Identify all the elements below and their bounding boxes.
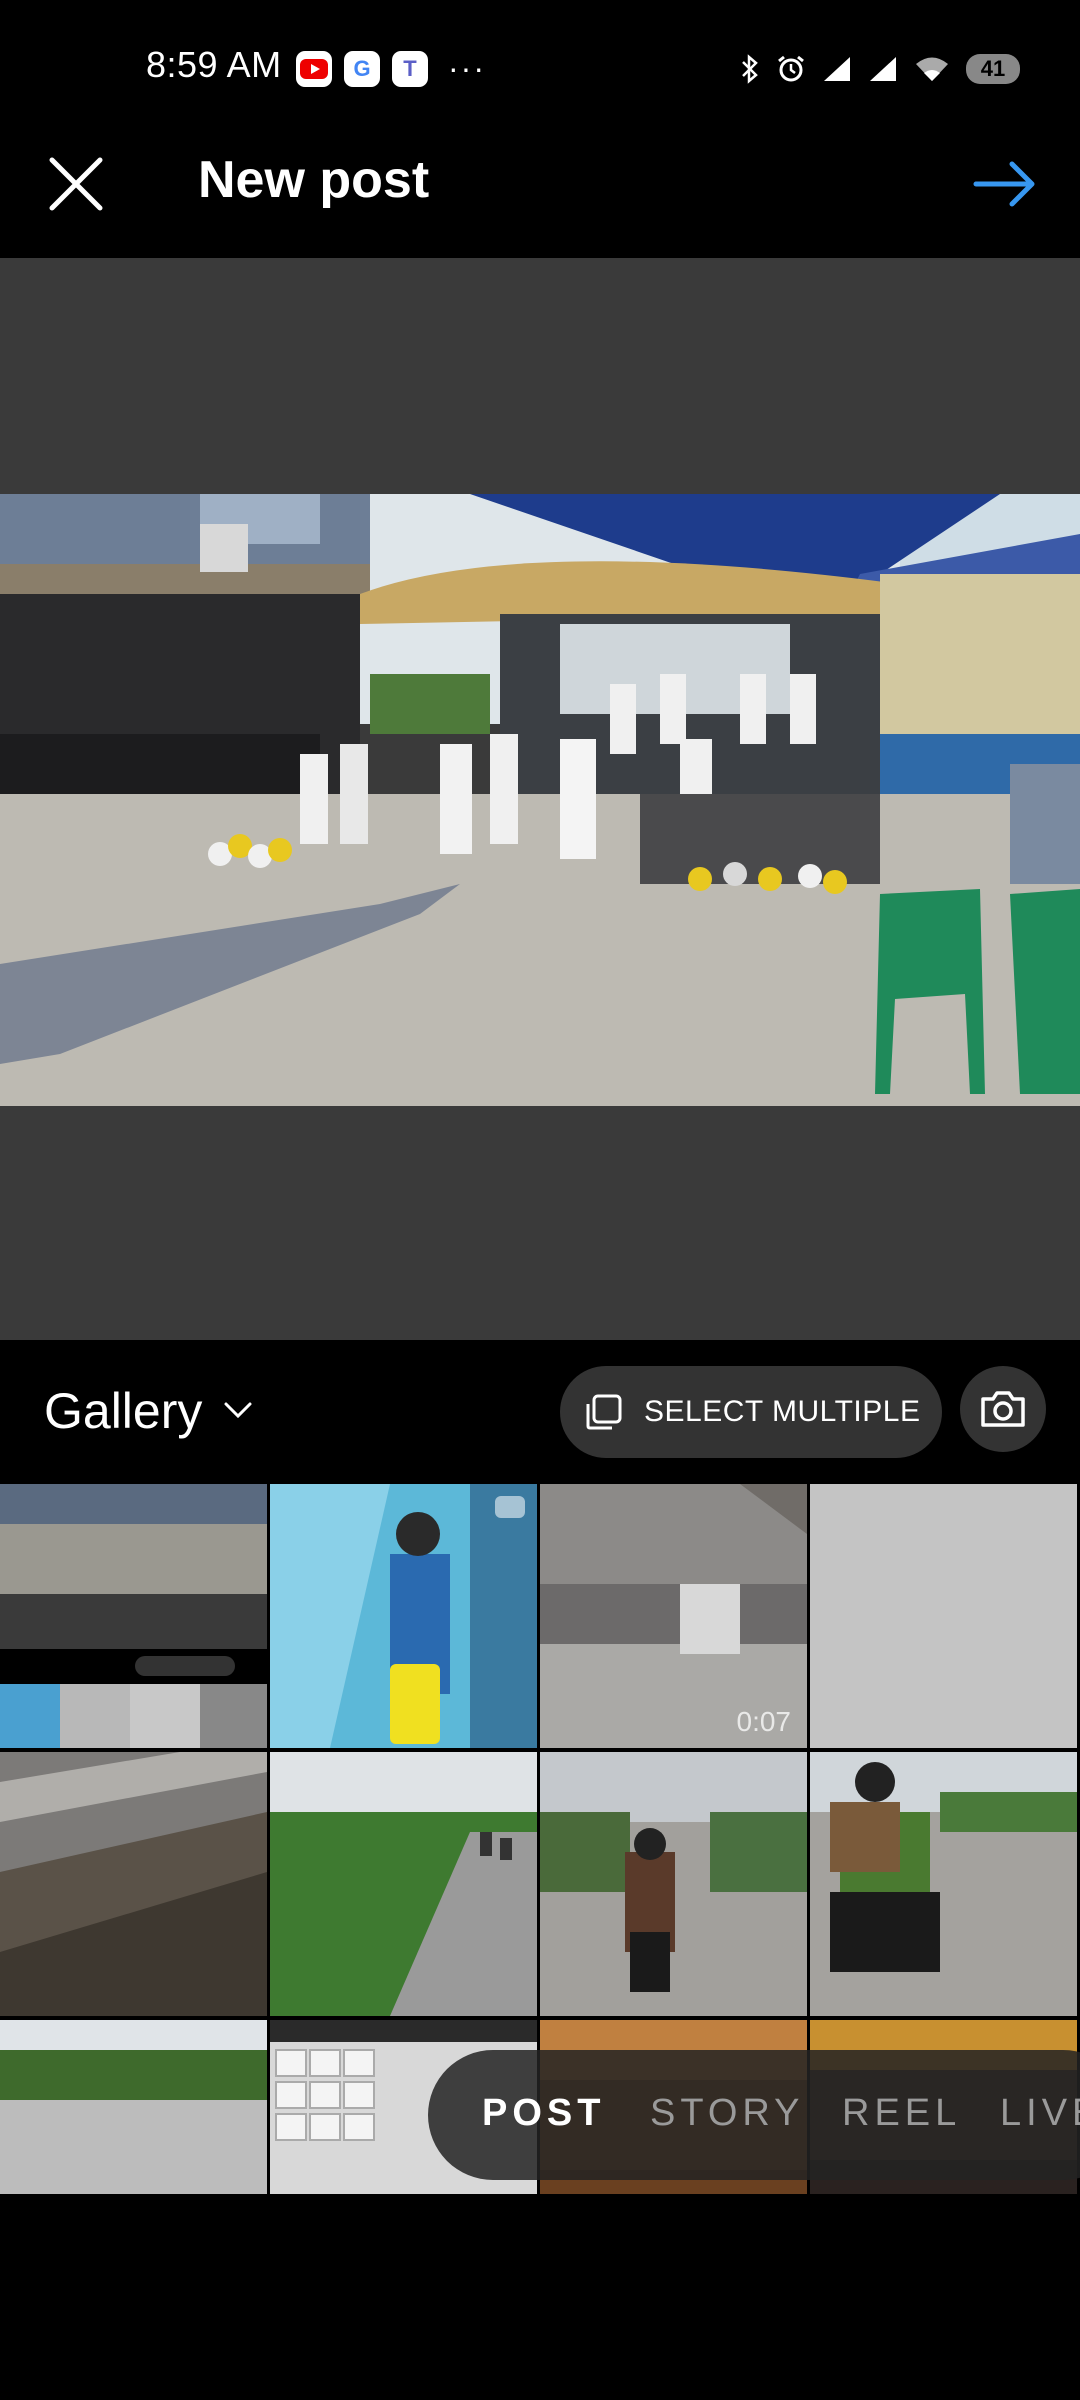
media-preview[interactable]: [0, 258, 1080, 1340]
camera-icon: [981, 1391, 1025, 1427]
thumbnail[interactable]: [540, 1752, 807, 2016]
mode-post[interactable]: POST: [482, 2092, 605, 2135]
alarm-icon: [778, 55, 804, 82]
thumbnail[interactable]: [0, 1484, 267, 1748]
status-bar: 8:59 AM G T ··· 41: [0, 0, 1080, 130]
select-multiple-button[interactable]: SELECT MULTIPLE: [560, 1366, 942, 1458]
battery-indicator: 41: [966, 54, 1020, 84]
signal-icon-2: [870, 57, 896, 81]
thumbnail[interactable]: 0:07: [540, 1484, 807, 1748]
page-title: New post: [198, 151, 430, 209]
mode-live[interactable]: LIVE: [1000, 2092, 1080, 2135]
more-notifications-icon: ···: [448, 50, 486, 86]
thumbnail[interactable]: [810, 1484, 1077, 1748]
wifi-icon: [916, 57, 948, 81]
thumbnail[interactable]: [0, 2020, 267, 2194]
camera-button[interactable]: [960, 1366, 1046, 1452]
chevron-down-icon[interactable]: [222, 1398, 254, 1422]
thumbnail[interactable]: [270, 1752, 537, 2016]
teams-icon: T: [392, 50, 428, 87]
arrow-right-icon[interactable]: [970, 154, 1040, 214]
youtube-icon: [296, 50, 332, 87]
close-icon[interactable]: [44, 152, 108, 216]
selected-photo: [0, 494, 1080, 1106]
bottom-nav-area: [0, 2194, 1080, 2400]
gallery-toolbar: Gallery SELECT MULTIPLE: [0, 1340, 1080, 1484]
multi-photo-badge: [495, 1496, 525, 1518]
capture-mode-switcher: POST STORY REEL LIVE: [428, 2050, 1080, 2180]
system-icons: 41: [740, 54, 1020, 84]
stack-icon: [586, 1394, 622, 1430]
notification-icons: G T ···: [296, 50, 486, 87]
thumbnail[interactable]: [270, 1484, 537, 1748]
video-duration: 0:07: [736, 1706, 792, 1737]
top-app-bar: New post: [0, 130, 1080, 258]
thumbnail[interactable]: [810, 1752, 1077, 2016]
bluetooth-icon: [742, 54, 758, 84]
media-grid: 0:07 POST STORY REEL LIV: [0, 1484, 1080, 2194]
status-time: 8:59 AM: [146, 44, 282, 85]
gallery-source-label[interactable]: Gallery: [44, 1382, 202, 1440]
mode-story[interactable]: STORY: [650, 2092, 805, 2135]
mode-reel[interactable]: REEL: [842, 2092, 961, 2135]
signal-icon-1: [824, 57, 850, 81]
select-multiple-label: SELECT MULTIPLE: [644, 1395, 921, 1428]
google-icon: G: [344, 50, 380, 87]
thumbnail[interactable]: [0, 1752, 267, 2016]
